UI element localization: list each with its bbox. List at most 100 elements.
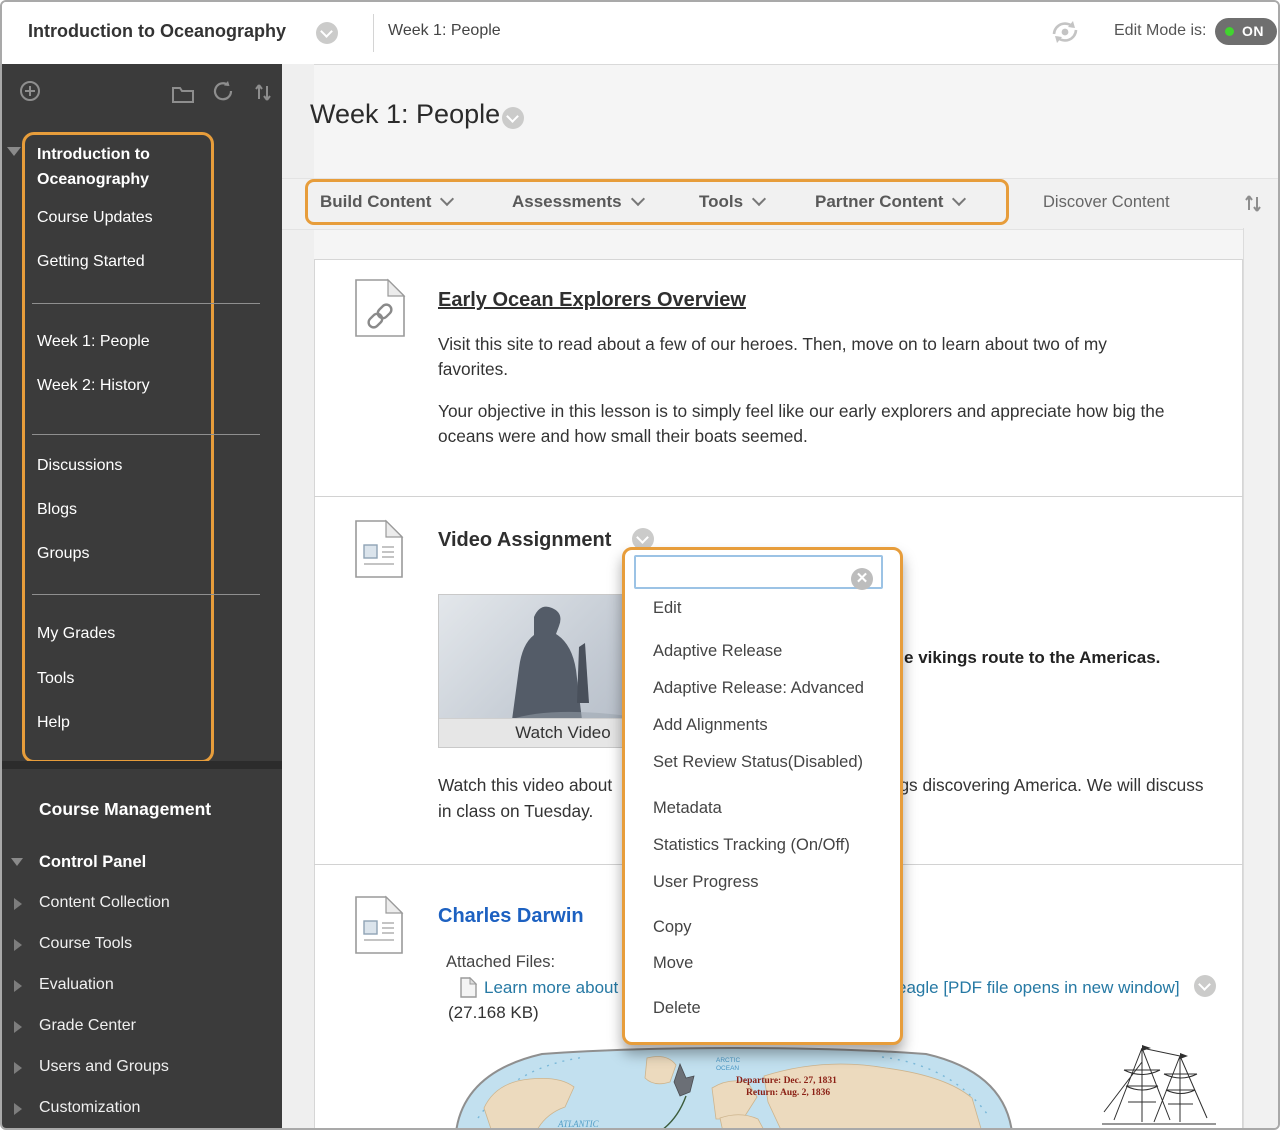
menu-item-copy[interactable]: Copy — [653, 918, 692, 940]
toggle-green-dot — [1225, 27, 1234, 36]
chevron-down-icon — [952, 192, 966, 206]
edit-mode-toggle[interactable]: ON — [1215, 18, 1277, 45]
control-panel-heading[interactable]: Control Panel — [39, 853, 146, 872]
page-title-chevron-icon[interactable] — [502, 107, 524, 129]
sidebar-divider — [32, 303, 260, 304]
control-panel-caret-icon[interactable] — [11, 858, 23, 866]
caret-right-icon[interactable] — [14, 939, 22, 951]
item2-desc-line: Watch this video about — [438, 775, 612, 796]
course-title-chevron-icon[interactable] — [316, 22, 338, 44]
folder-view-icon[interactable] — [171, 82, 195, 104]
reorder-icon[interactable] — [252, 80, 274, 104]
item1-paragraph-line: Visit this site to read about a few of o… — [438, 334, 1107, 355]
item-context-menu: ✕ Edit Adaptive Release Adaptive Release… — [622, 547, 903, 1045]
cp-item-content-collection[interactable]: Content Collection — [39, 894, 170, 912]
course-management-heading: Course Management — [39, 799, 211, 820]
menu-item-statistics-tracking[interactable]: Statistics Tracking (On/Off) — [653, 836, 850, 858]
sidebar-item-week2[interactable]: Week 2: History — [37, 377, 150, 395]
toggle-state: ON — [1242, 23, 1264, 39]
item2-desc-line: in class on Tuesday. — [438, 801, 593, 822]
close-icon[interactable]: ✕ — [851, 568, 873, 590]
course-title: Introduction to Oceanography — [28, 21, 286, 42]
page-title: Week 1: People — [310, 99, 500, 130]
link-document-icon — [354, 278, 406, 338]
course-sidebar: Introduction to Oceanography Course Upda… — [2, 64, 282, 1130]
cp-item-users-groups[interactable]: Users and Groups — [39, 1058, 169, 1076]
sidebar-divider — [32, 594, 260, 595]
sailing-ship-illustration — [1094, 1042, 1224, 1130]
svg-text:ATLANTIC: ATLANTIC — [557, 1119, 600, 1129]
menu-item-edit[interactable]: Edit — [653, 599, 681, 621]
caret-right-icon[interactable] — [14, 898, 22, 910]
refresh-icon[interactable] — [212, 80, 236, 104]
sidebar-item-tools[interactable]: Tools — [37, 670, 74, 688]
attachment-link-right[interactable]: eagle [PDF file opens in new window] — [897, 978, 1180, 998]
build-content-menu[interactable]: Build Content — [320, 192, 452, 212]
svg-text:Return: Aug. 2, 1836: Return: Aug. 2, 1836 — [746, 1088, 830, 1098]
item2-title: Video Assignment — [438, 529, 611, 552]
sidebar-divider — [32, 434, 260, 435]
sidebar-item-course-updates[interactable]: Course Updates — [37, 209, 153, 227]
edit-mode-label: Edit Mode is: — [1114, 22, 1206, 40]
item1-paragraph-line: Your objective in this lesson is to simp… — [438, 401, 1165, 422]
topbar-divider — [373, 14, 374, 52]
file-size: (27.168 KB) — [448, 1003, 539, 1023]
cp-item-evaluation[interactable]: Evaluation — [39, 976, 114, 994]
app-window: Introduction to Oceanography Week 1: Peo… — [0, 0, 1280, 1130]
item1-paragraph-line: favorites. — [438, 359, 508, 380]
sidebar-item-discussions[interactable]: Discussions — [37, 457, 122, 475]
cp-item-customization[interactable]: Customization — [39, 1099, 140, 1117]
item1-title-link[interactable]: Early Ocean Explorers Overview — [438, 289, 746, 312]
sidebar-item-help[interactable]: Help — [37, 714, 70, 732]
assessments-menu[interactable]: Assessments — [512, 192, 643, 212]
sidebar-item-my-grades[interactable]: My Grades — [37, 625, 115, 643]
sort-order-icon[interactable] — [1242, 191, 1264, 215]
sidebar-item-getting-started[interactable]: Getting Started — [37, 253, 145, 271]
menu-item-move[interactable]: Move — [653, 954, 693, 976]
breadcrumb[interactable]: Week 1: People — [388, 22, 501, 40]
menu-item-set-review-status[interactable]: Set Review Status(Disabled) — [653, 753, 863, 775]
sidebar-item-week1[interactable]: Week 1: People — [37, 333, 150, 351]
menu-item-adaptive-release-advanced[interactable]: Adaptive Release: Advanced — [653, 679, 864, 701]
caret-right-icon[interactable] — [14, 1103, 22, 1115]
file-icon — [460, 977, 477, 998]
menu-item-delete[interactable]: Delete — [653, 999, 701, 1021]
course-menu-collapse-caret[interactable] — [7, 147, 21, 156]
attached-files-label: Attached Files: — [446, 953, 555, 972]
chevron-down-icon — [440, 192, 454, 206]
item3-options-chevron-icon[interactable] — [1194, 975, 1216, 997]
chevron-down-icon — [752, 192, 766, 206]
caret-right-icon[interactable] — [14, 1021, 22, 1033]
svg-text:Departure: Dec. 27, 1831: Departure: Dec. 27, 1831 — [736, 1076, 837, 1086]
content-item-divider — [314, 496, 1243, 497]
menu-item-add-alignments[interactable]: Add Alignments — [653, 716, 768, 738]
voyage-map-image: ARCTIC OCEAN ATLANTIC Departure: Dec. 27… — [454, 1046, 1014, 1130]
tools-menu[interactable]: Tools — [699, 192, 764, 212]
caret-right-icon[interactable] — [14, 1062, 22, 1074]
student-preview-icon[interactable] — [1048, 17, 1082, 47]
top-bar: Introduction to Oceanography Week 1: Peo… — [2, 2, 1280, 65]
sidebar-item-groups[interactable]: Groups — [37, 545, 89, 563]
item3-title-link[interactable]: Charles Darwin — [438, 905, 584, 928]
right-gutter — [1243, 228, 1280, 1130]
context-menu-header-bar: ✕ — [634, 555, 883, 589]
caret-right-icon[interactable] — [14, 980, 22, 992]
content-document-icon — [354, 519, 404, 579]
attachment-link-left[interactable]: Learn more about — [484, 978, 618, 998]
menu-item-metadata[interactable]: Metadata — [653, 799, 722, 821]
svg-text:ARCTIC: ARCTIC — [716, 1057, 741, 1064]
partner-content-menu[interactable]: Partner Content — [815, 192, 964, 212]
content-document-icon — [354, 895, 404, 955]
cp-item-grade-center[interactable]: Grade Center — [39, 1017, 136, 1035]
svg-text:OCEAN: OCEAN — [716, 1065, 739, 1072]
discover-content-button[interactable]: Discover Content — [1043, 193, 1170, 212]
menu-item-adaptive-release[interactable]: Adaptive Release — [653, 642, 782, 664]
cp-item-course-tools[interactable]: Course Tools — [39, 935, 132, 953]
sidebar-section-divider — [2, 761, 282, 769]
menu-item-user-progress[interactable]: User Progress — [653, 873, 758, 895]
add-menu-item-icon[interactable] — [19, 80, 43, 104]
sidebar-item-course-entry[interactable]: Introduction to Oceanography — [37, 142, 187, 192]
item2-desc-line: ings discovering America. We will discus… — [886, 775, 1204, 796]
item1-paragraph-line: oceans were and how small their boats se… — [438, 426, 808, 447]
sidebar-item-blogs[interactable]: Blogs — [37, 501, 77, 519]
